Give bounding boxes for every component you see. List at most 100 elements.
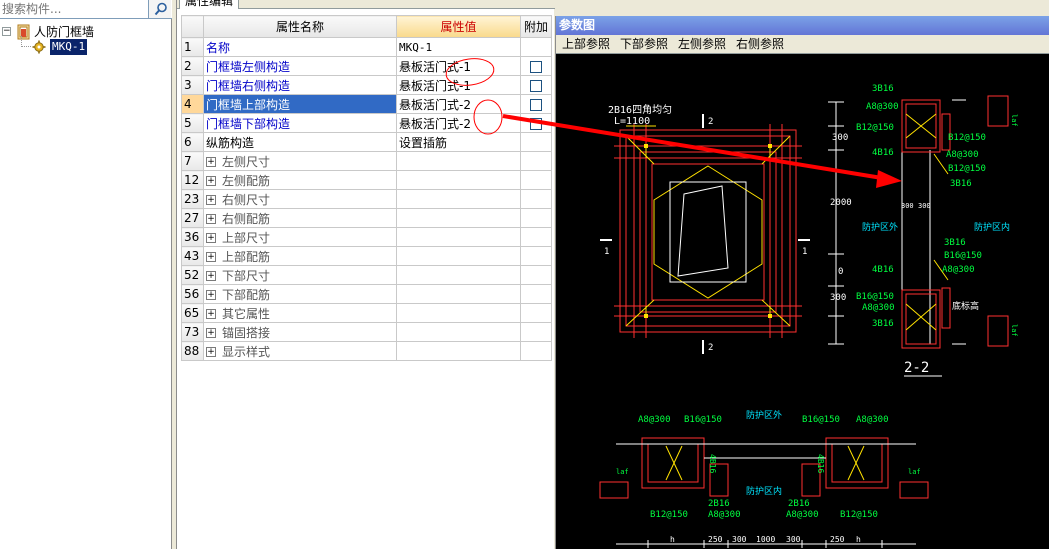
property-name[interactable]: 门框墙下部构造 (203, 113, 397, 133)
tab-left-reference[interactable]: 左侧参照 (678, 37, 726, 52)
corner-bar-markers (644, 144, 772, 318)
expand-icon[interactable]: + (206, 176, 216, 186)
dim-300-wall-left: 300 (901, 202, 914, 210)
extra-checkbox[interactable] (530, 117, 542, 130)
expand-icon[interactable]: + (206, 157, 216, 167)
dim-bottom-2: 300 (732, 535, 747, 544)
tree-child-label: MKQ-1 (50, 39, 88, 55)
table-row[interactable]: 1 名称 MKQ-1 (181, 37, 552, 57)
property-value-select[interactable]: 悬板活门式-1 (396, 75, 521, 95)
table-row[interactable]: 2 门框墙左侧构造 悬板活门式-1 (181, 56, 552, 76)
property-value-select[interactable]: 悬板活门式-2 (396, 94, 521, 114)
value-cell (396, 227, 521, 247)
table-row[interactable]: 6 纵筋构造 设置插筋 (181, 132, 552, 152)
label-a8-300-br: A8@300 (856, 415, 889, 425)
property-name-header[interactable]: 属性名称 (203, 15, 397, 38)
laf-label-bottom: laf (1010, 324, 1018, 337)
row-number: 52 (181, 265, 204, 285)
expand-icon[interactable]: + (206, 290, 216, 300)
tab-top-reference[interactable]: 上部参照 (562, 37, 610, 52)
property-group[interactable]: + 右侧尺寸 (203, 189, 397, 209)
expand-icon[interactable]: + (206, 271, 216, 281)
row-number: 43 (181, 246, 204, 266)
property-group-label: 显示样式 (222, 344, 271, 359)
table-row-group[interactable]: 27 + 右侧配筋 (181, 208, 552, 228)
property-group[interactable]: + 下部配筋 (203, 284, 397, 304)
tab-bottom-reference[interactable]: 下部参照 (620, 37, 668, 52)
search-button[interactable] (148, 0, 171, 18)
property-name[interactable]: 名称 (203, 37, 397, 57)
expand-icon[interactable]: + (206, 252, 216, 262)
section-title-2-2: 2-2 (904, 360, 929, 376)
inside-label: 防护区内 (974, 221, 1010, 233)
table-row-group[interactable]: 65 + 其它属性 (181, 303, 552, 323)
property-group[interactable]: + 左侧尺寸 (203, 151, 397, 171)
table-row-group[interactable]: 36 + 上部尺寸 (181, 227, 552, 247)
expand-icon[interactable]: + (206, 328, 216, 338)
extra-cell (520, 189, 552, 209)
extra-cell (520, 322, 552, 342)
label-3b16-bottom: 3B16 (872, 319, 894, 329)
property-group[interactable]: + 显示样式 (203, 341, 397, 361)
laf-label-left: laf (616, 468, 629, 476)
property-name[interactable]: 门框墙上部构造 (203, 94, 397, 114)
table-row-group[interactable]: 12 + 左侧配筋 (181, 170, 552, 190)
label-4b16-br: 4B16 (816, 454, 825, 473)
property-value-input[interactable]: MKQ-1 (396, 37, 521, 57)
table-row-group[interactable]: 7 + 左侧尺寸 (181, 151, 552, 171)
section-mark-1-left: 1 (604, 247, 609, 257)
reference-drawing-panel: 参数图 上部参照 下部参照 左侧参照 右侧参照 1 1 2 2 2B16四角均匀… (555, 16, 1049, 549)
table-row[interactable]: 3 门框墙右侧构造 悬板活门式-1 (181, 75, 552, 95)
extra-cell (520, 170, 552, 190)
property-group[interactable]: + 右侧配筋 (203, 208, 397, 228)
dim-2000: 2000 (830, 198, 852, 208)
value-cell (396, 189, 521, 209)
search-input[interactable] (0, 0, 148, 18)
table-row-group[interactable]: 43 + 上部配筋 (181, 246, 552, 266)
property-group-label: 其它属性 (222, 306, 271, 321)
extra-checkbox[interactable] (530, 98, 542, 111)
outside-label: 防护区外 (862, 221, 898, 233)
extra-checkbox[interactable] (530, 79, 542, 92)
table-row-group[interactable]: 23 + 右侧尺寸 (181, 189, 552, 209)
dim-0: 0 (838, 267, 843, 277)
property-name[interactable]: 纵筋构造 (203, 132, 397, 152)
row-number: 7 (181, 151, 204, 171)
extra-header[interactable]: 附加 (520, 15, 552, 38)
property-value-select[interactable]: 设置插筋 (396, 132, 521, 152)
grid-header-row: 属性名称 属性值 附加 (181, 15, 552, 38)
property-group-label: 上部尺寸 (222, 230, 271, 245)
property-value-select[interactable]: 悬板活门式-2 (396, 113, 521, 133)
property-group[interactable]: + 锚固搭接 (203, 322, 397, 342)
value-cell (396, 151, 521, 171)
table-row-group[interactable]: 88 + 显示样式 (181, 341, 552, 361)
expand-icon[interactable]: + (206, 347, 216, 357)
collapse-toggle-icon[interactable]: − (2, 27, 11, 36)
table-row-selected[interactable]: 4 门框墙上部构造 悬板活门式-2 (181, 94, 552, 114)
expand-icon[interactable]: + (206, 233, 216, 243)
floor-level-label: 底标高 (952, 300, 979, 312)
property-group[interactable]: + 左侧配筋 (203, 170, 397, 190)
table-row-group[interactable]: 73 + 锚固搭接 (181, 322, 552, 342)
property-group[interactable]: + 其它属性 (203, 303, 397, 323)
reference-tabs: 上部参照 下部参照 左侧参照 右侧参照 (556, 35, 1049, 54)
table-row[interactable]: 5 门框墙下部构造 悬板活门式-2 (181, 113, 552, 133)
property-group[interactable]: + 下部尺寸 (203, 265, 397, 285)
tab-right-reference[interactable]: 右侧参照 (736, 37, 784, 52)
expand-icon[interactable]: + (206, 214, 216, 224)
tab-property-editor[interactable]: 属性编辑 (179, 0, 240, 9)
property-group[interactable]: + 上部尺寸 (203, 227, 397, 247)
property-value-header[interactable]: 属性值 (396, 15, 521, 38)
property-name[interactable]: 门框墙右侧构造 (203, 75, 397, 95)
value-cell (396, 265, 521, 285)
table-row-group[interactable]: 52 + 下部尺寸 (181, 265, 552, 285)
section-mark-2-bottom: 2 (708, 343, 713, 353)
expand-icon[interactable]: + (206, 309, 216, 319)
expand-icon[interactable]: + (206, 195, 216, 205)
property-group[interactable]: + 上部配筋 (203, 246, 397, 266)
row-number: 23 (181, 189, 204, 209)
property-name[interactable]: 门框墙左侧构造 (203, 56, 397, 76)
table-row-group[interactable]: 56 + 下部配筋 (181, 284, 552, 304)
extra-checkbox[interactable] (530, 60, 542, 73)
property-value-select[interactable]: 悬板活门式-1 (396, 56, 521, 76)
